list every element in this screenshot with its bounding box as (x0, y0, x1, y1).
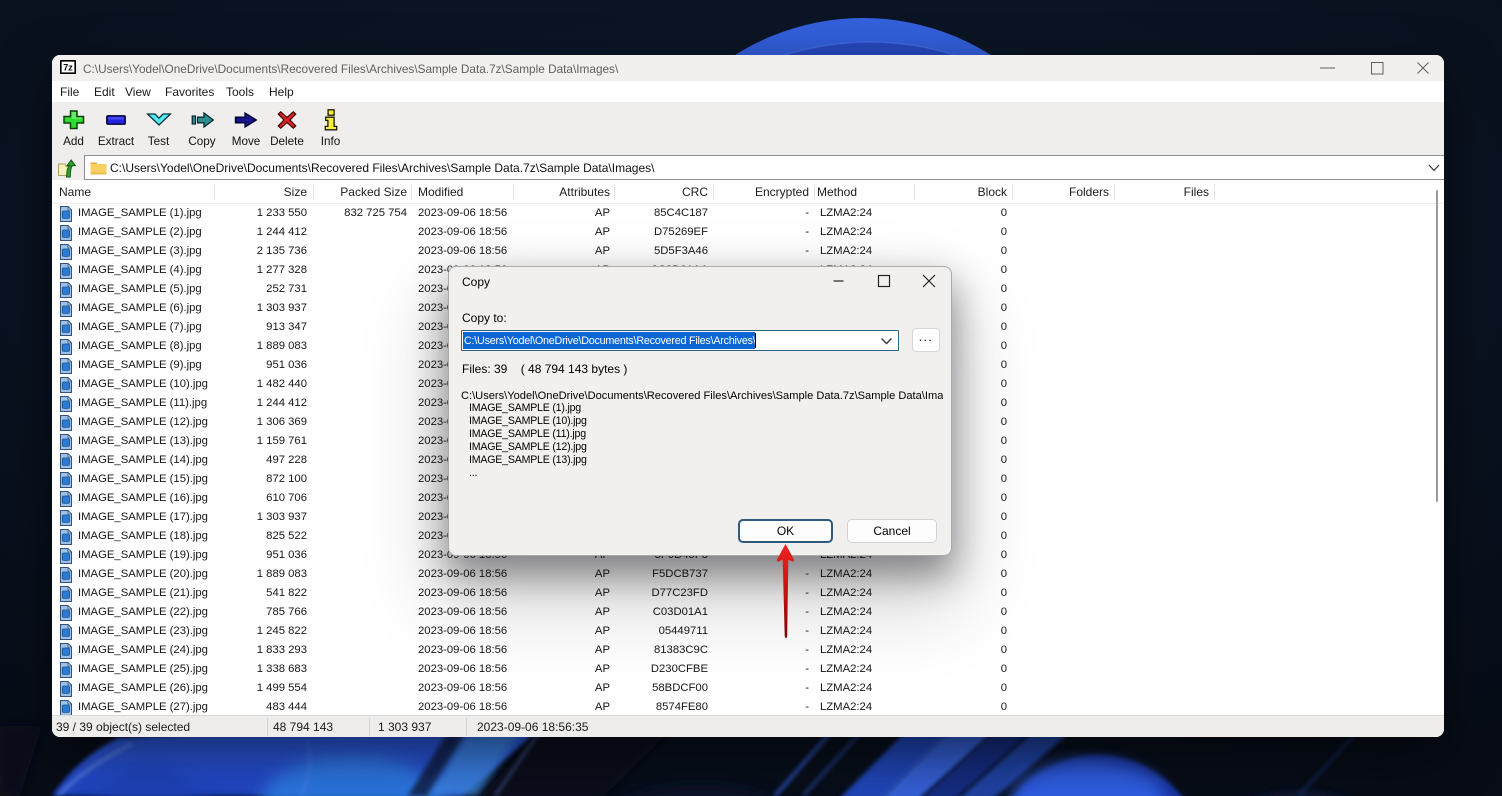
svg-text:7z: 7z (63, 63, 73, 73)
